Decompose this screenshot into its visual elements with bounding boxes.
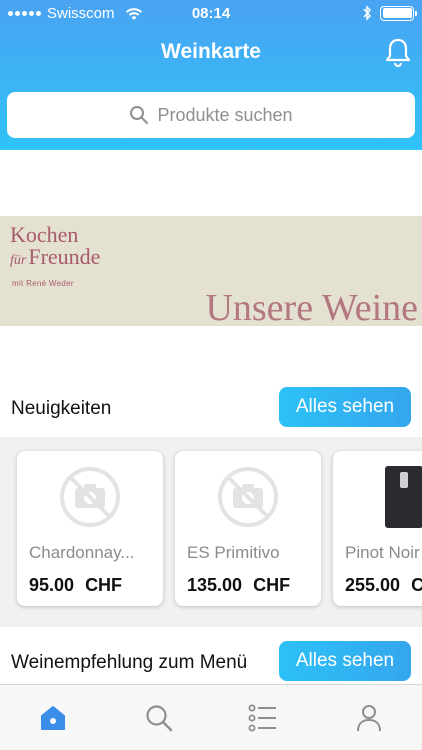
search-input[interactable]: Produkte suchen <box>7 92 415 138</box>
list-icon[interactable] <box>248 703 278 733</box>
page-title: Weinkarte <box>161 40 261 63</box>
banner-line2: fürFreunde <box>10 244 100 270</box>
product-name: ES Primitivo <box>187 543 280 562</box>
section-recommendation: Weinempfehlung zum Menü Alles sehen <box>0 641 422 685</box>
product-card[interactable]: Chardonnay... 95.00 CHF <box>17 451 163 606</box>
profile-icon[interactable] <box>354 703 384 733</box>
see-all-recommendation-button[interactable]: Alles sehen <box>279 641 411 681</box>
search-placeholder: Produkte suchen <box>157 104 293 125</box>
battery-icon <box>380 5 417 21</box>
search-tab-icon[interactable] <box>144 703 174 733</box>
wine-bottle-icon <box>333 463 422 531</box>
promo-banner[interactable]: Kochen fürFreunde mit René Weder Unsere … <box>0 216 422 326</box>
status-right <box>362 5 417 21</box>
no-image-icon <box>175 463 321 531</box>
no-image-icon <box>17 463 163 531</box>
product-price: 255.00 CHF <box>345 575 422 595</box>
product-card[interactable]: ES Primitivo 135.00 CHF <box>175 451 321 606</box>
bluetooth-icon <box>363 5 372 21</box>
status-time: 08:14 <box>191 5 231 22</box>
home-icon[interactable] <box>38 703 68 733</box>
product-card[interactable]: Pinot Noir 255.00 CHF <box>333 451 422 606</box>
section-title-news: Neuigkeiten <box>11 398 112 419</box>
app-header: Swisscom 08:14 Weinkarte Produkte suchen <box>0 0 422 150</box>
product-carousel[interactable]: Chardonnay... 95.00 CHF ES Primitivo 135… <box>0 437 422 627</box>
product-price: 135.00 CHF <box>187 575 291 595</box>
product-name: Pinot Noir <box>345 543 420 562</box>
banner-line2-text: Freunde <box>28 244 101 269</box>
status-bar: Swisscom 08:14 <box>0 0 422 28</box>
section-news: Neuigkeiten Alles sehen <box>0 387 422 431</box>
banner-line2-small: für <box>10 253 27 268</box>
product-name: Chardonnay... <box>29 543 135 562</box>
tab-bar <box>0 684 422 750</box>
bell-icon[interactable] <box>382 36 414 68</box>
see-all-news-button[interactable]: Alles sehen <box>279 387 411 427</box>
section-title-recommendation: Weinempfehlung zum Menü <box>11 652 248 673</box>
banner-subtitle: mit René Weder <box>12 279 74 288</box>
product-price: 95.00 CHF <box>29 575 123 595</box>
search-icon <box>130 106 149 124</box>
banner-headline: Unsere Weine <box>205 287 418 326</box>
